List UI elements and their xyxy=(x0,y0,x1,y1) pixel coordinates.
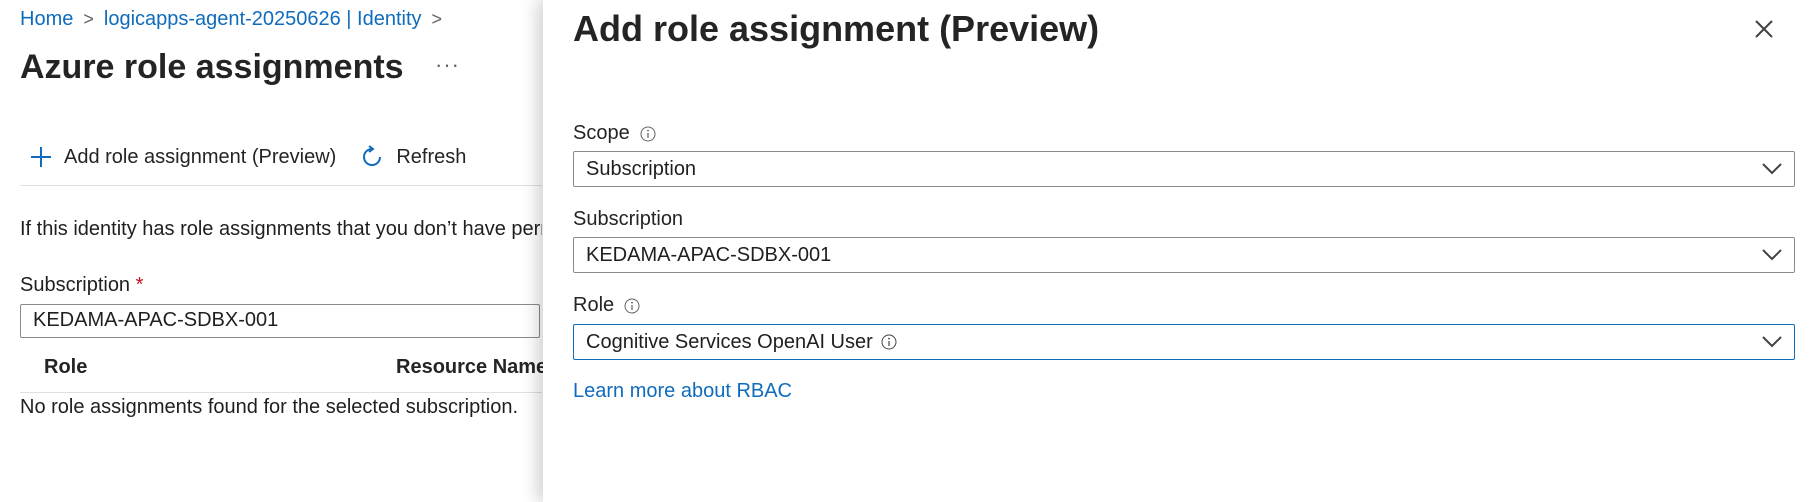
add-role-assignment-button[interactable]: Add role assignment (Preview) xyxy=(30,146,336,169)
table-divider xyxy=(20,392,542,393)
add-role-assignment-panel: Add role assignment (Preview) Scope Subs… xyxy=(543,0,1813,502)
chevron-down-icon xyxy=(1762,336,1782,348)
subscription-filter-label-text: Subscription xyxy=(20,274,131,296)
panel-title: Add role assignment (Preview) xyxy=(573,8,1100,49)
plus-icon xyxy=(31,147,51,167)
divider xyxy=(20,185,542,186)
column-header-role[interactable]: Role xyxy=(44,356,87,379)
info-text: If this identity has role assignments th… xyxy=(20,218,542,240)
breadcrumb-resource-link[interactable]: logicapps-agent-20250626 | Identity xyxy=(104,8,422,31)
breadcrumb-home-link[interactable]: Home xyxy=(20,8,73,31)
scope-dropdown[interactable]: Subscription xyxy=(573,151,1795,187)
info-icon[interactable] xyxy=(624,298,640,314)
subscription-value: KEDAMA-APAC-SDBX-001 xyxy=(586,243,832,266)
subscription-dropdown[interactable]: KEDAMA-APAC-SDBX-001 xyxy=(573,237,1795,273)
refresh-button[interactable]: Refresh xyxy=(360,145,466,169)
scope-label: Scope xyxy=(573,122,656,145)
subscription-filter-dropdown[interactable]: KEDAMA-APAC-SDBX-001 xyxy=(20,304,540,338)
column-header-resource-name[interactable]: Resource Name xyxy=(396,356,547,379)
refresh-label: Refresh xyxy=(396,145,467,168)
role-value-text: Cognitive Services OpenAI User xyxy=(586,330,873,353)
role-label: Role xyxy=(573,294,640,317)
info-icon[interactable] xyxy=(881,334,897,350)
chevron-right-icon: > xyxy=(431,9,443,29)
required-mark: * xyxy=(135,274,144,296)
more-options-button[interactable]: ··· xyxy=(435,52,460,78)
breadcrumb: Home > logicapps-agent-20250626 | Identi… xyxy=(20,8,442,31)
add-role-assignment-label: Add role assignment (Preview) xyxy=(64,145,337,168)
subscription-filter-label: Subscription * xyxy=(20,274,143,297)
subscription-label-text: Subscription xyxy=(573,208,684,230)
scope-label-text: Scope xyxy=(573,122,630,144)
toolbar: Add role assignment (Preview) Refresh xyxy=(30,145,466,169)
chevron-down-icon xyxy=(1762,163,1782,175)
role-label-text: Role xyxy=(573,294,615,316)
page-title: Azure role assignments xyxy=(20,48,404,86)
refresh-icon xyxy=(363,145,382,166)
learn-more-rbac-link[interactable]: Learn more about RBAC xyxy=(573,380,792,403)
close-icon[interactable] xyxy=(1749,14,1779,44)
role-value: Cognitive Services OpenAI User xyxy=(586,331,1762,354)
scope-value: Subscription xyxy=(586,157,697,180)
chevron-right-icon: > xyxy=(83,9,94,29)
info-icon[interactable] xyxy=(640,126,656,142)
subscription-label: Subscription xyxy=(573,208,683,231)
role-dropdown[interactable]: Cognitive Services OpenAI User xyxy=(573,324,1795,360)
chevron-down-icon xyxy=(1762,249,1782,261)
empty-table-message: No role assignments found for the select… xyxy=(20,396,519,418)
